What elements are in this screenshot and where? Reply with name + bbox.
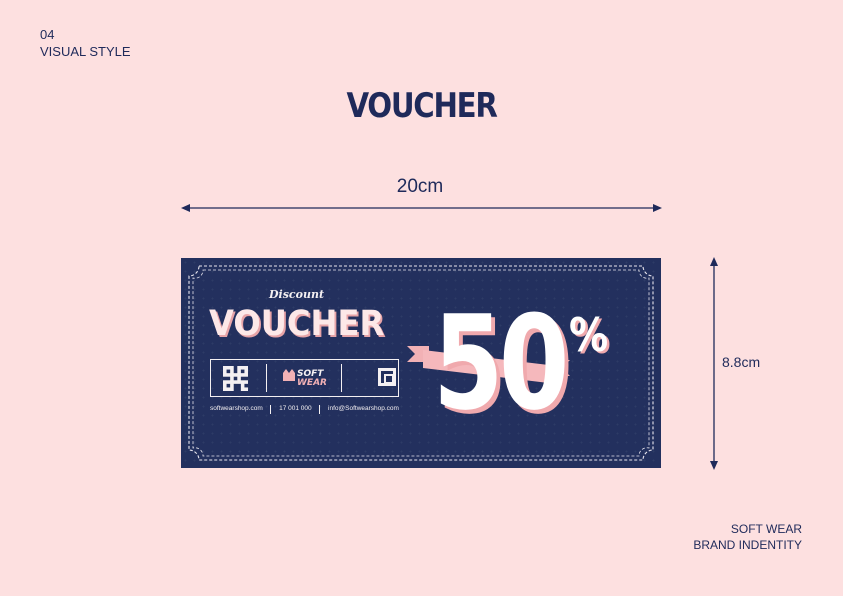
footer-brand-name: SOFT WEAR bbox=[730, 522, 802, 536]
square-target-icon bbox=[378, 368, 396, 386]
discount-amount: 50 bbox=[433, 287, 569, 439]
info-divider bbox=[341, 364, 342, 392]
discount-script-label: Discount bbox=[269, 288, 325, 301]
contact-phone: 17 001 000 bbox=[279, 405, 312, 412]
percent-sign: % bbox=[569, 308, 609, 362]
voucher-card: Discount VOUCHER SOFT WEAR softwearshop.… bbox=[181, 258, 661, 468]
contact-email: info@Softwearshop.com bbox=[328, 405, 399, 412]
footer-brand-identity: BRAND INDENTITY bbox=[693, 538, 802, 552]
width-dimension-label: 20cm bbox=[396, 176, 444, 197]
contact-divider bbox=[319, 405, 321, 414]
voucher-info-box: SOFT WEAR bbox=[210, 359, 399, 397]
width-arrow-icon bbox=[181, 204, 662, 212]
height-dimension-label: 8.8cm bbox=[722, 354, 761, 370]
cat-logo-icon bbox=[283, 369, 295, 381]
contact-website: softwearshop.com bbox=[210, 405, 263, 412]
brand-logo: SOFT WEAR bbox=[297, 370, 327, 388]
voucher-word: VOUCHER bbox=[209, 304, 385, 344]
voucher-contacts: softwearshop.com 17 001 000 info@Softwea… bbox=[210, 405, 399, 414]
qr-code-icon bbox=[223, 366, 248, 391]
logo-line-2: WEAR bbox=[297, 378, 327, 388]
info-divider bbox=[266, 364, 267, 392]
brand-footer: SOFT WEAR BRAND INDENTITY bbox=[693, 521, 802, 553]
contact-divider bbox=[270, 405, 272, 414]
height-arrow-icon bbox=[710, 257, 718, 470]
